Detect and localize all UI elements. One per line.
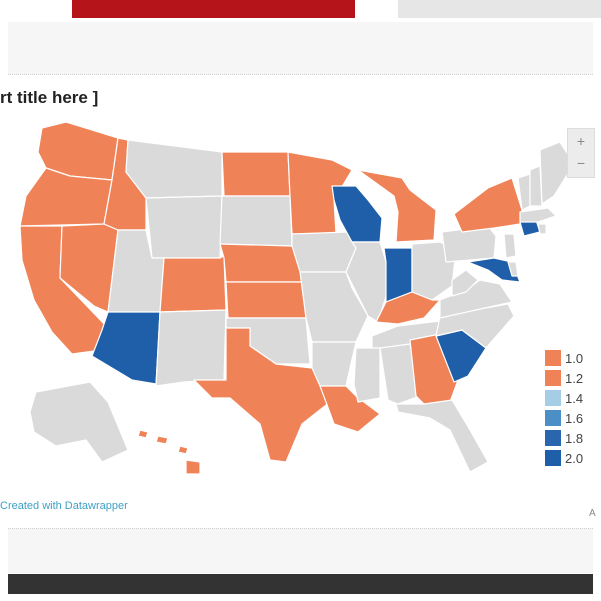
state-ar[interactable] <box>311 341 357 387</box>
state-ny[interactable] <box>453 177 523 233</box>
legend-item: 2.0 <box>545 448 601 468</box>
state-nh[interactable] <box>529 165 543 207</box>
state-ak[interactable] <box>29 381 129 463</box>
legend-swatch <box>545 410 561 426</box>
legend-label: 1.0 <box>565 350 584 366</box>
state-hi[interactable] <box>137 429 201 475</box>
state-ri[interactable] <box>537 223 547 235</box>
credit-link[interactable]: Created with Datawrapper <box>0 500 128 512</box>
legend-label: 1.8 <box>565 430 584 446</box>
legend-swatch <box>545 370 561 386</box>
legend-item: 1.6 <box>545 408 601 428</box>
state-ms[interactable] <box>353 347 381 403</box>
state-nd[interactable] <box>221 151 291 197</box>
zoom-control: + − <box>567 128 595 178</box>
zoom-in-button[interactable]: + <box>573 133 589 149</box>
legend-item: 1.8 <box>545 428 601 448</box>
state-ks[interactable] <box>225 281 307 319</box>
top-gray-strip <box>398 0 601 18</box>
legend-swatch <box>545 350 561 366</box>
top-bar <box>0 0 601 24</box>
zoom-out-button[interactable]: − <box>573 155 589 171</box>
chart-title: rt title here ] <box>0 88 99 107</box>
legend-swatch <box>545 450 561 466</box>
legend-label: 1.2 <box>565 370 584 386</box>
us-map <box>19 121 575 475</box>
state-ma[interactable] <box>519 207 557 223</box>
state-wy[interactable] <box>145 195 223 259</box>
state-nj[interactable] <box>503 233 517 259</box>
top-red-strip <box>72 0 355 18</box>
legend-item: 1.2 <box>545 368 601 388</box>
footer-band <box>8 528 593 573</box>
legend-label: 2.0 <box>565 450 584 466</box>
corner-mark: A <box>589 508 596 519</box>
state-nm[interactable] <box>155 309 227 387</box>
legend-swatch <box>545 430 561 446</box>
header-band <box>8 22 593 75</box>
state-mt[interactable] <box>125 139 223 199</box>
legend: 1.0 1.2 1.4 1.6 1.8 2.0 <box>545 348 601 468</box>
legend-label: 1.6 <box>565 410 584 426</box>
legend-label: 1.4 <box>565 390 584 406</box>
state-ia[interactable] <box>291 231 357 273</box>
state-fl[interactable] <box>395 399 489 473</box>
state-ne[interactable] <box>219 243 305 283</box>
bottom-bar <box>8 574 593 594</box>
state-sd[interactable] <box>219 195 293 247</box>
legend-item: 1.4 <box>545 388 601 408</box>
state-co[interactable] <box>159 255 227 313</box>
legend-swatch <box>545 390 561 406</box>
legend-item: 1.0 <box>545 348 601 368</box>
